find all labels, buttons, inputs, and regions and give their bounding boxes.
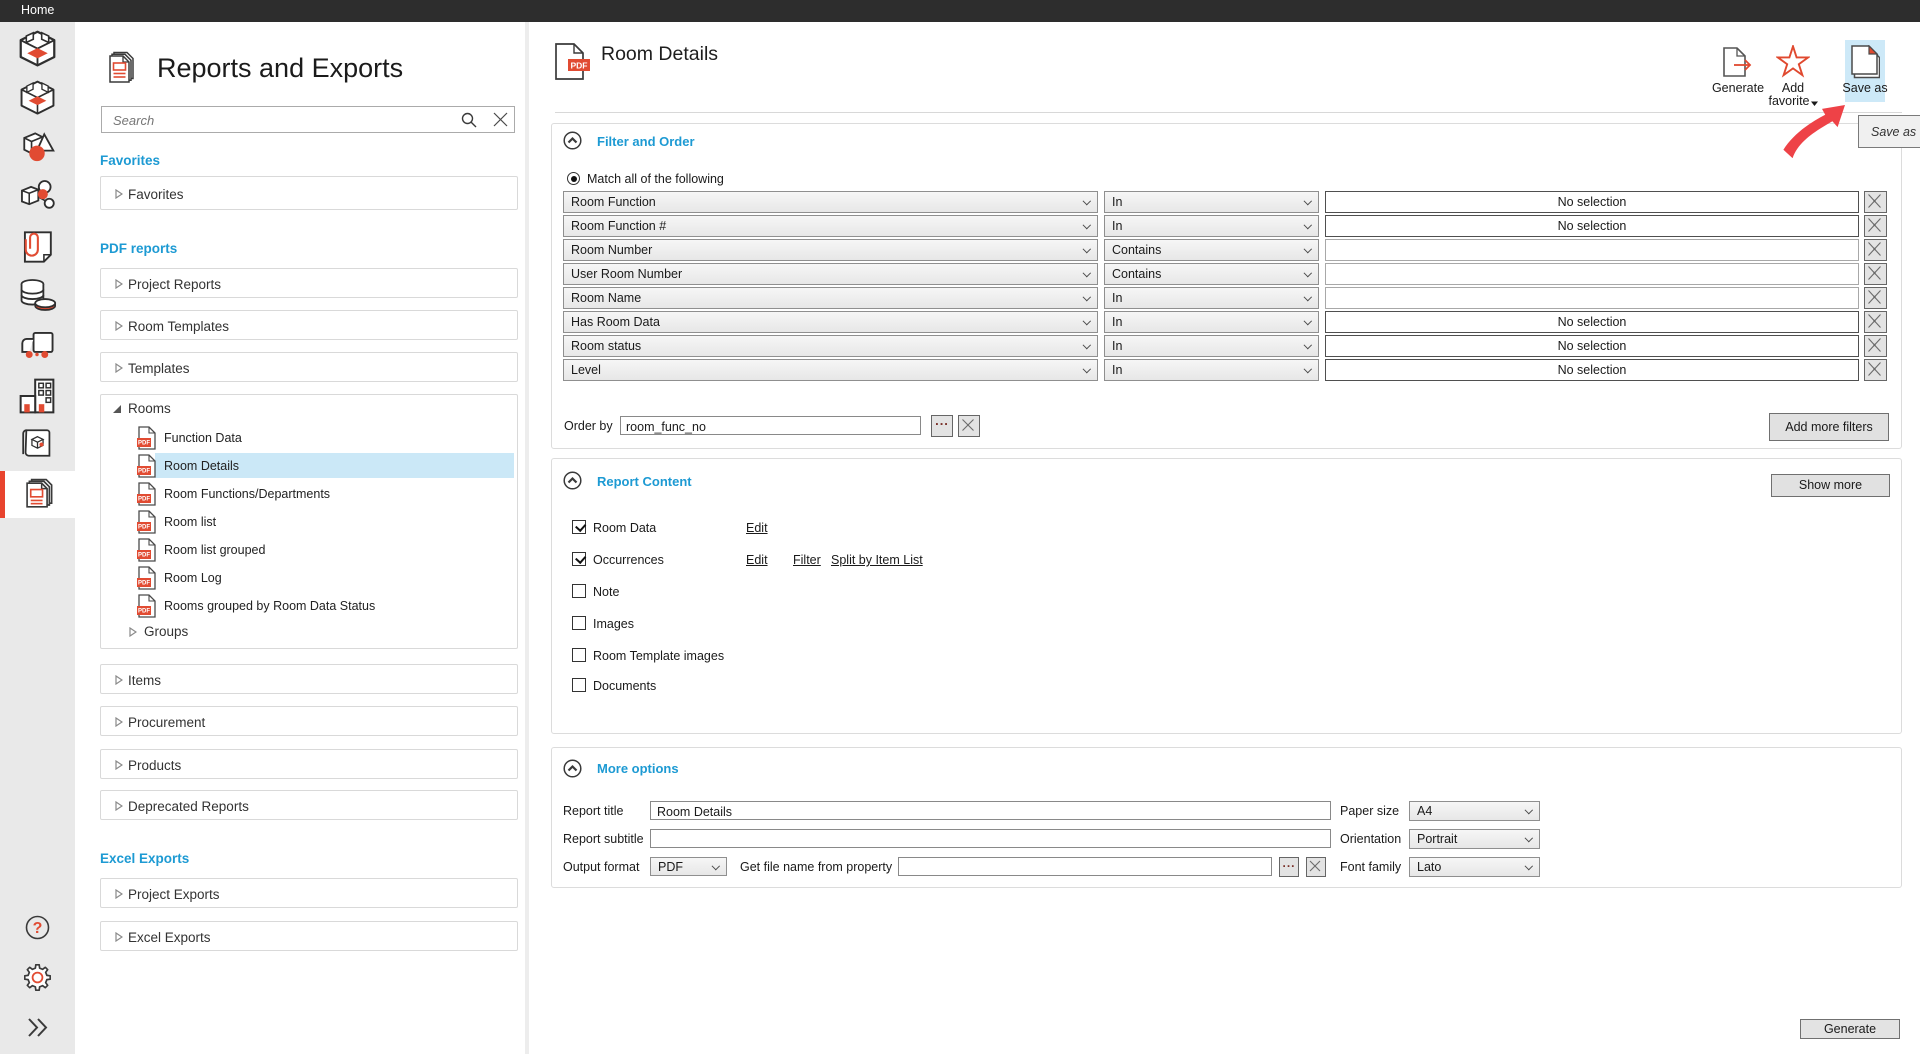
svg-text:PDF: PDF	[571, 60, 588, 70]
svg-text:PDF: PDF	[138, 581, 150, 587]
svg-text:PDF: PDF	[138, 469, 150, 475]
svg-text:PDF: PDF	[138, 553, 150, 559]
svg-text:PDF: PDF	[138, 525, 150, 531]
svg-text:PDF: PDF	[138, 497, 150, 503]
svg-text:?: ?	[33, 920, 43, 937]
svg-text:PDF: PDF	[138, 441, 150, 447]
svg-text:PDF: PDF	[138, 609, 150, 615]
